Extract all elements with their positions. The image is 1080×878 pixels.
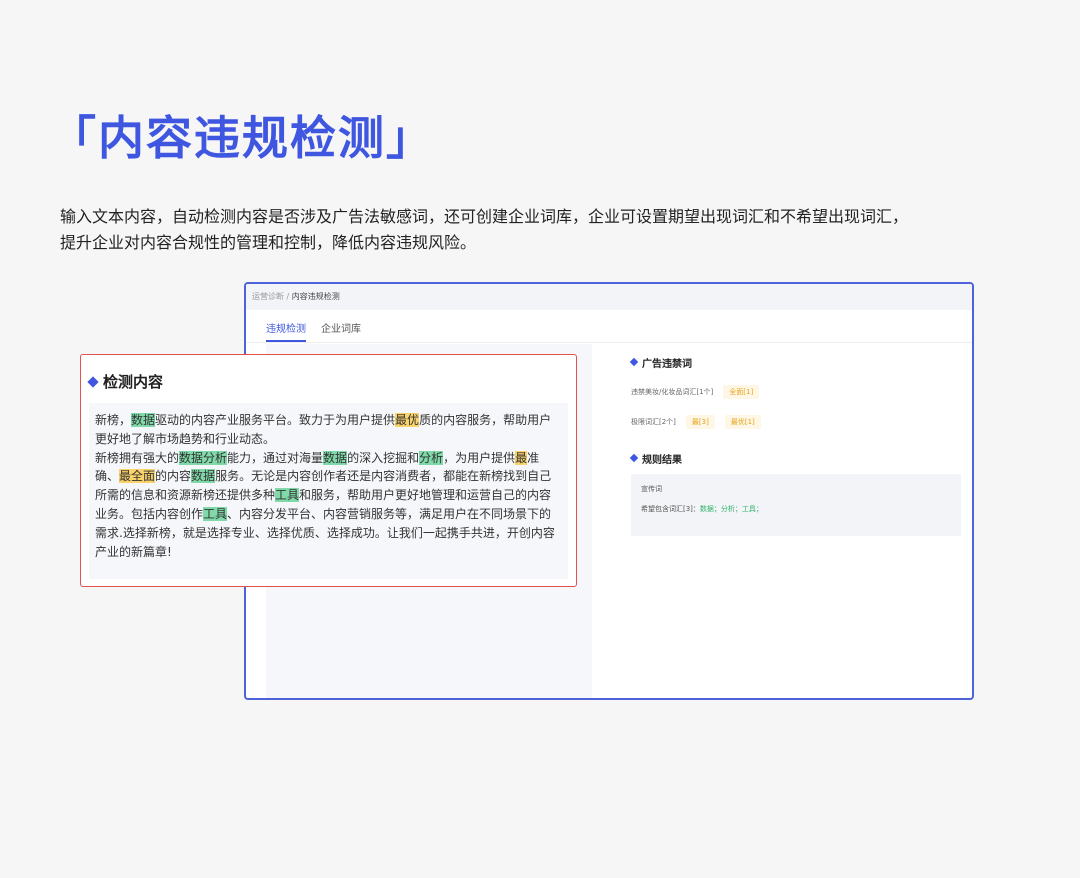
results-panel: 广告违禁词 违禁美妆/化妆品词汇[1个] 全面[1] 极限词汇[2个] 最[3]… <box>629 354 961 536</box>
content-text-segment: ，为用户提供 <box>443 450 516 465</box>
diamond-icon <box>629 453 639 463</box>
diamond-icon <box>629 357 639 367</box>
content-text: 新榜，数据驱动的内容产业服务平台。致力于为用户提供最优质的内容服务，帮助用户更好… <box>89 403 568 579</box>
breadcrumb-separator: / <box>286 292 290 301</box>
ad-row-label: 违禁美妆/化妆品词汇[1个] <box>631 388 714 396</box>
description-line-1: 输入文本内容，自动检测内容是否涉及广告法敏感词，还可创建企业词库，企业可设置期望… <box>60 207 909 226</box>
tab-violation-check[interactable]: 违规检测 <box>266 320 306 342</box>
word-tag[interactable]: 全面[1] <box>723 385 760 399</box>
detection-content-card: 检测内容 新榜，数据驱动的内容产业服务平台。致力于为用户提供最优质的内容服务，帮… <box>80 354 577 587</box>
highlight-expected-word: 数据 <box>191 469 216 484</box>
highlight-expected-word: 数据分析 <box>179 450 228 465</box>
content-text-segment: 新榜拥有强大的 <box>95 450 180 465</box>
content-text-segment: 能力，通过对海量 <box>227 450 324 465</box>
expected-words: 数据；分析；工具； <box>699 505 763 513</box>
highlight-expected-word: 分析 <box>419 450 444 465</box>
ad-row: 违禁美妆/化妆品词汇[1个] 全面[1] <box>631 384 961 400</box>
rule-section-title: 规则结果 <box>629 450 961 466</box>
highlight-expected-word: 数据 <box>131 413 156 427</box>
breadcrumb: 运营诊断 / 内容违规检测 <box>246 284 972 310</box>
breadcrumb-parent[interactable]: 运营诊断 <box>252 292 284 301</box>
page-description: 输入文本内容，自动检测内容是否涉及广告法敏感词，还可创建企业词库，企业可设置期望… <box>60 204 1040 256</box>
ad-row-label: 极限词汇[2个] <box>631 418 676 426</box>
breadcrumb-current: 内容违规检测 <box>291 292 340 301</box>
content-text-segment: 的深入挖掘和 <box>347 450 420 465</box>
highlight-banned-word: 最优 <box>395 413 420 427</box>
content-text-segment: 的内容 <box>155 469 192 484</box>
highlight-expected-word: 工具 <box>203 506 228 521</box>
rule-result-box: 宣传词 希望包含词汇[3]：数据；分析；工具； <box>631 474 961 536</box>
rule-result-detail: 希望包含词汇[3]：数据；分析；工具； <box>641 505 763 513</box>
diamond-icon <box>87 375 99 388</box>
rule-result-category: 宣传词 <box>641 485 662 493</box>
highlight-expected-word: 数据 <box>323 450 348 465</box>
word-tag[interactable]: 最[3] <box>685 415 715 429</box>
highlight-banned-word: 最 <box>515 450 528 465</box>
highlight-banned-word: 最全面 <box>119 469 156 484</box>
card-title: 检测内容 <box>87 371 163 392</box>
word-tag[interactable]: 最优[1] <box>724 415 761 429</box>
description-line-2: 提升企业对内容合规性的管理和控制，降低内容违规风险。 <box>60 233 477 252</box>
content-text-segment: 驱动的内容产业服务平台。致力于为用户提供 <box>155 413 396 427</box>
tab-enterprise-lexicon[interactable]: 企业词库 <box>321 320 361 335</box>
page-title: 「内容违规检测」 <box>50 111 434 165</box>
tab-bar: 违规检测 企业词库 <box>246 310 972 343</box>
highlight-expected-word: 工具 <box>275 488 300 503</box>
ad-row: 极限词汇[2个] 最[3] 最优[1] <box>631 414 961 430</box>
content-text-segment: 新榜， <box>95 413 132 427</box>
ad-section-title: 广告违禁词 <box>629 354 961 370</box>
